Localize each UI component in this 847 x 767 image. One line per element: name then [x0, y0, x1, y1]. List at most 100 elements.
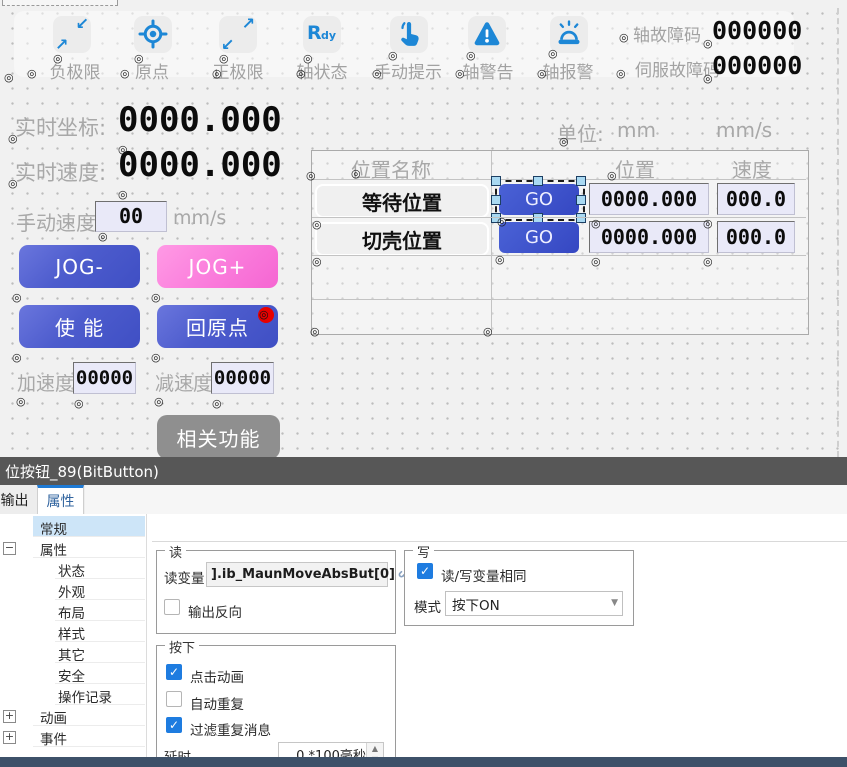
auto-repeat-label: 自动重复 — [190, 693, 244, 713]
anchor-icon — [703, 212, 715, 224]
rw-same-label: 读/写变量相同 — [441, 565, 527, 585]
tree-item-properties[interactable]: − 属性 — [0, 537, 146, 557]
read-group: 读 读变量 ].ib_MaunMoveAbsBut[0] 输出反向 — [156, 550, 396, 634]
table-row-empty — [312, 255, 806, 300]
speed-input[interactable]: 000.0 — [717, 221, 795, 253]
realtime-coord-value: 0000.000 — [118, 100, 282, 140]
collapsed-element — [2, 0, 118, 6]
inspector-body: 常规 − 属性 状态 外观 布局 样式 — [0, 514, 847, 757]
expand-icon[interactable]: + — [3, 731, 16, 744]
tree-item-security[interactable]: 安全 — [0, 663, 146, 683]
anchor-icon — [154, 390, 166, 402]
table-row-empty — [312, 299, 806, 333]
property-tree: 常规 − 属性 状态 外观 布局 样式 — [0, 514, 147, 757]
anchor-icon — [120, 62, 132, 74]
tree-item-oplog[interactable]: 操作记录 — [0, 684, 146, 704]
position-input[interactable]: 0000.000 — [589, 183, 709, 215]
selection-handle[interactable] — [576, 176, 586, 186]
limit-negative-icon: ↙ — [76, 16, 89, 32]
anchor-icon — [537, 62, 549, 74]
tab-output[interactable]: 输出 — [0, 485, 37, 514]
speed-input[interactable]: 000.0 — [717, 183, 795, 215]
anchor-icon — [495, 248, 507, 260]
rdy-icon: R — [307, 22, 322, 44]
anchor-icon — [53, 47, 65, 59]
table-row: 等待位置 GO 0000.000 000.0 — [312, 179, 806, 218]
write-group-title: 写 — [413, 542, 434, 561]
tree-item-appearance[interactable]: 外观 — [0, 579, 146, 599]
anchor-icon — [548, 42, 560, 54]
read-var-label: 读变量 — [164, 567, 205, 587]
tab-properties[interactable]: 属性 — [37, 485, 84, 514]
position-name-cell: 切壳位置 — [315, 222, 489, 256]
auto-repeat-checkbox[interactable] — [166, 691, 182, 707]
units-mm: mm — [617, 118, 656, 142]
home-alarm-badge — [258, 307, 274, 323]
selection-handle[interactable] — [491, 195, 501, 205]
tree-item-events[interactable]: + 事件 — [0, 726, 146, 746]
anchor-icon — [616, 62, 628, 74]
decel-input[interactable]: 00000 — [211, 362, 274, 394]
anchor-icon — [372, 62, 384, 74]
tree-item-animation[interactable]: + 动画 — [0, 705, 146, 725]
anchor-icon — [27, 62, 39, 74]
origin-icon — [138, 19, 168, 49]
anchor-icon — [98, 225, 110, 237]
anchor-icon — [16, 390, 28, 402]
selection-handle[interactable] — [533, 176, 543, 186]
jog-plus-button[interactable]: JOG+ — [157, 245, 278, 288]
filter-repeat-label: 过滤重复消息 — [190, 719, 271, 739]
filter-repeat-checkbox[interactable] — [166, 717, 182, 733]
collapse-icon[interactable]: − — [3, 542, 16, 555]
anchor-icon — [312, 213, 324, 225]
tree-item-other[interactable]: 其它 — [0, 642, 146, 662]
axis-alarm-label: 轴报警 — [513, 58, 623, 83]
anchor-icon — [12, 346, 24, 358]
tree-item-style[interactable]: 样式 — [0, 621, 146, 641]
rw-same-checkbox[interactable] — [417, 563, 433, 579]
click-animation-checkbox[interactable] — [166, 664, 182, 680]
selection-handle[interactable] — [491, 176, 501, 186]
anchor-icon — [607, 164, 619, 176]
read-var-input[interactable]: ].ib_MaunMoveAbsBut[0] — [206, 562, 388, 587]
tree-item-general[interactable]: 常规 — [0, 516, 146, 536]
rdy-icon-sub: dy — [321, 29, 336, 42]
anchor-icon — [219, 47, 231, 59]
anchor-icon — [466, 44, 478, 56]
design-canvas[interactable]: ↙ ↗ 负极限 原点 ↗ ↙ 正极限 R dy 轴状态 — [0, 0, 847, 457]
window-bottom-bar[interactable] — [0, 757, 847, 767]
position-input[interactable]: 0000.000 — [589, 221, 709, 253]
anchor-icon — [4, 66, 16, 78]
axis-fault-code-value: 000000 — [712, 16, 802, 45]
press-group-title: 按下 — [165, 637, 199, 656]
selection-handle[interactable] — [576, 195, 586, 205]
anchor-icon — [388, 44, 400, 56]
tree-item-layout[interactable]: 布局 — [0, 600, 146, 620]
anchor-icon — [212, 392, 224, 404]
jog-minus-button[interactable]: JOG- — [19, 245, 140, 288]
accel-input[interactable]: 00000 — [73, 362, 136, 394]
go-button[interactable]: GO — [499, 222, 579, 253]
content-divider — [152, 541, 847, 542]
anchor-icon — [483, 320, 495, 332]
anchor-icon — [151, 286, 163, 298]
mode-dropdown[interactable]: 按下ON ▼ — [445, 591, 623, 616]
anchor-icon — [455, 62, 467, 74]
enable-button[interactable]: 使 能 — [19, 305, 140, 348]
inspector-tab-row: 输出 属性 — [0, 485, 847, 514]
anchor-icon — [74, 392, 86, 404]
anchor-icon — [118, 183, 130, 195]
anchor-icon — [591, 250, 603, 262]
related-functions-button[interactable]: 相关功能 — [157, 415, 280, 457]
tree-item-state[interactable]: 状态 — [0, 558, 146, 578]
table-row: 切壳位置 GO 0000.000 000.0 — [312, 217, 806, 256]
hmi-designer-window: ↙ ↗ 负极限 原点 ↗ ↙ 正极限 R dy 轴状态 — [0, 0, 847, 767]
invert-output-checkbox[interactable] — [164, 599, 180, 615]
chevron-down-icon: ▼ — [611, 598, 618, 608]
anchor-icon — [591, 212, 603, 224]
expand-icon[interactable]: + — [3, 710, 16, 723]
position-table: 位置名称 位置 速度 等待位置 GO 0000.000 000.0 — [311, 150, 809, 335]
mode-label: 模式 — [414, 596, 441, 616]
anchor-icon — [497, 210, 509, 222]
invert-output-label: 输出反向 — [188, 601, 242, 621]
